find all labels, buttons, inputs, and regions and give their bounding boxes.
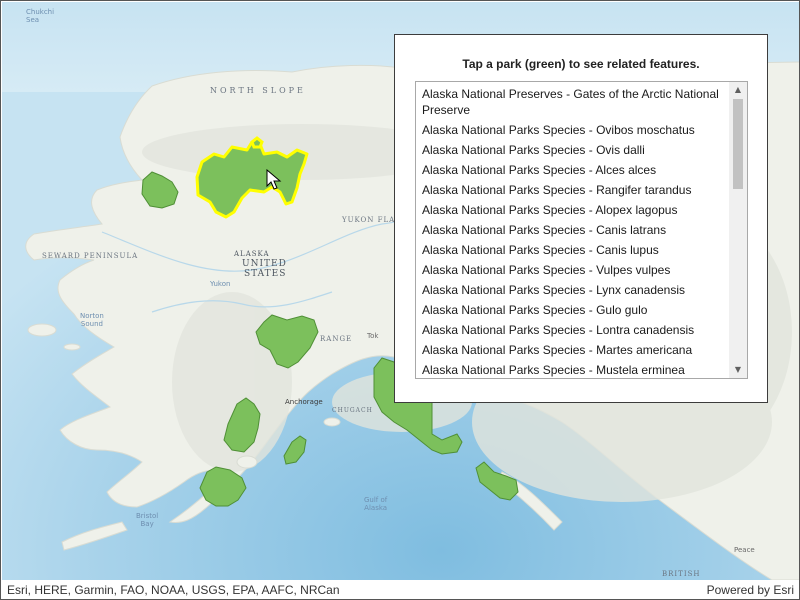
attribution-bar: Esri, HERE, Garmin, FAO, NOAA, USGS, EPA… [2,580,799,599]
label-anchorage: Anchorage [285,398,323,406]
label-north-slope: NORTH SLOPE [210,86,306,95]
label-tok: Tok [367,332,379,340]
label-united: UNITED [242,259,287,269]
list-item[interactable]: Alaska National Parks Species - Rangifer… [416,180,728,200]
pointer-arrow-icon [266,169,282,190]
list-item[interactable]: Alaska National Parks Species - Canis la… [416,220,728,240]
list-item[interactable]: Alaska National Preserves - Gates of the… [416,84,728,120]
list-item[interactable]: Alaska National Parks Species - Lontra c… [416,320,728,340]
label-bristol-bay: Bristol Bay [136,512,159,528]
list-item[interactable]: Alaska National Parks Species - Lynx can… [416,280,728,300]
related-features-list[interactable]: Alaska National Preserves - Gates of the… [415,81,748,379]
scroll-thumb[interactable] [733,99,743,189]
related-features-panel: Tap a park (green) to see related featur… [394,34,768,403]
list-item[interactable]: Alaska National Parks Species - Ovis dal… [416,140,728,160]
label-british: BRITISH [662,570,701,578]
list-item[interactable]: Alaska National Parks Species - Alces al… [416,160,728,180]
list-item[interactable]: Alaska National Parks Species - Mustela … [416,360,728,378]
chevron-up-icon[interactable]: ▲ [729,82,747,98]
list-item[interactable]: Alaska National Parks Species - Gulo gul… [416,300,728,320]
attribution-text: Esri, HERE, Garmin, FAO, NOAA, USGS, EPA… [7,583,340,597]
label-chukchi-sea: Chukchi Sea [26,8,55,24]
label-peace: Peace [734,546,755,554]
label-range: RANGE [320,335,353,343]
label-norton-sound: Norton Sound [80,312,104,328]
list-item[interactable]: Alaska National Parks Species - Alopex l… [416,200,728,220]
list-item[interactable]: Alaska National Parks Species - Ovibos m… [416,120,728,140]
list-item[interactable]: Alaska National Parks Species - Vulpes v… [416,260,728,280]
list-scrollbar[interactable]: ▲ ▼ [729,82,747,378]
app-window: Chukchi Sea NORTH SLOPE YUKON FLA SEWARD … [0,0,800,600]
label-chugach: CHUGACH [332,407,373,414]
panel-title: Tap a park (green) to see related featur… [462,57,700,71]
label-states: STATES [244,269,287,279]
label-alaska: ALASKA [234,250,270,258]
chevron-down-icon[interactable]: ▼ [729,362,747,378]
list-items: Alaska National Preserves - Gates of the… [416,84,728,378]
powered-by-esri[interactable]: Powered by Esri [707,583,794,597]
label-yukon-river: Yukon [210,280,231,288]
park-gates-east-lobe[interactable] [250,136,264,149]
label-gulf-of-alaska: Gulf of Alaska [364,496,388,512]
list-item[interactable]: Alaska National Parks Species - Canis lu… [416,240,728,260]
list-item[interactable]: Alaska National Parks Species - Martes a… [416,340,728,360]
label-yukon-flats: YUKON FLA [342,216,396,224]
label-seward-peninsula: SEWARD PENINSULA [42,252,139,260]
